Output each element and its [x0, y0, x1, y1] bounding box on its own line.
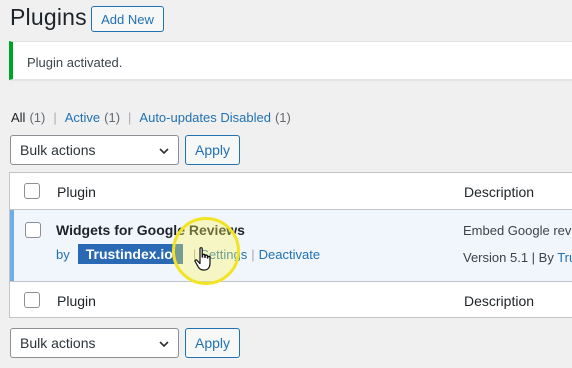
- filter-separator: |: [53, 110, 57, 125]
- filter-active-count: (1): [104, 110, 121, 125]
- deactivate-link[interactable]: Deactivate: [259, 247, 320, 262]
- column-footer-description: Description: [464, 293, 535, 309]
- select-all-checkbox[interactable]: [24, 183, 40, 199]
- table-row: Widgets for Google Reviews by Trustindex…: [10, 210, 572, 281]
- filter-separator: |: [128, 110, 132, 125]
- filter-all[interactable]: All: [11, 110, 25, 125]
- plugins-table: Plugin Description Widgets for Google Re…: [9, 172, 572, 318]
- add-new-button[interactable]: Add New: [91, 6, 164, 32]
- row-actions: by Trustindex.io | Settings | Deactivate: [56, 244, 320, 264]
- plugin-status-filters: All (1) | Active (1) | Auto-updates Disa…: [11, 110, 291, 125]
- bulk-actions-select-top[interactable]: Bulk actions: [10, 135, 179, 165]
- success-notice: Plugin activated.: [9, 41, 572, 80]
- bulk-actions-value: Bulk actions: [20, 142, 96, 158]
- apply-button-top[interactable]: Apply: [185, 135, 240, 165]
- bulk-actions-select-bottom[interactable]: Bulk actions: [10, 328, 179, 358]
- by-label: by: [56, 246, 70, 262]
- column-footer-plugin[interactable]: Plugin: [57, 293, 96, 309]
- row-checkbox[interactable]: [25, 222, 41, 238]
- action-separator: |: [192, 246, 197, 262]
- plugin-author-link[interactable]: Trus: [557, 250, 572, 265]
- bulk-actions-value: Bulk actions: [20, 335, 96, 351]
- plugin-meta: Version 5.1 | By Trus: [463, 250, 572, 265]
- apply-button-bottom[interactable]: Apply: [185, 328, 240, 358]
- plugin-description: Embed Google revi: [463, 223, 572, 238]
- filter-autoupdates-count: (1): [274, 110, 291, 125]
- column-header-plugin[interactable]: Plugin: [57, 184, 96, 200]
- plugin-name: Widgets for Google Reviews: [56, 222, 245, 238]
- filter-active[interactable]: Active: [65, 110, 100, 125]
- page-title: Plugins: [10, 4, 87, 30]
- version-text: Version 5.1 | By: [463, 250, 554, 265]
- action-separator: |: [251, 246, 255, 262]
- notice-text: Plugin activated.: [27, 55, 123, 70]
- select-all-checkbox-bottom[interactable]: [24, 292, 40, 308]
- filter-all-count: (1): [29, 110, 46, 125]
- filter-autoupdates-disabled[interactable]: Auto-updates Disabled: [139, 110, 271, 125]
- chevron-down-icon: [159, 148, 169, 155]
- chevron-down-icon: [159, 341, 169, 348]
- author-link[interactable]: Trustindex.io: [77, 244, 183, 264]
- table-footer: Plugin Description: [10, 281, 572, 318]
- settings-link[interactable]: Settings: [200, 247, 247, 262]
- column-header-description: Description: [464, 184, 535, 200]
- table-header: Plugin Description: [10, 173, 572, 210]
